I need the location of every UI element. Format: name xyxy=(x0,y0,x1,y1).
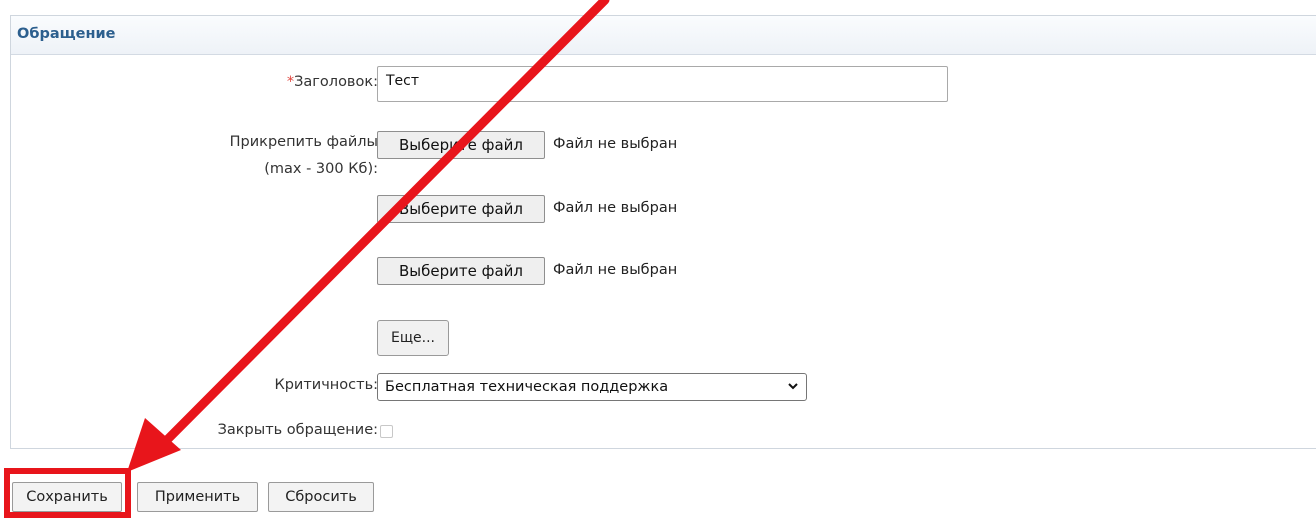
ticket-form-panel: Обращение *Заголовок: Тест Прикрепить фа… xyxy=(10,15,1316,449)
save-button[interactable]: Сохранить xyxy=(12,482,122,512)
close-ticket-label: Закрыть обращение: xyxy=(217,422,378,438)
reset-button[interactable]: Сбросить xyxy=(268,482,374,512)
criticality-value: Бесплатная техническая поддержка xyxy=(385,379,669,395)
attach-label-line2: (max - 300 Кб): xyxy=(264,161,378,177)
panel-title: Обращение xyxy=(11,16,1316,55)
title-input[interactable]: Тест xyxy=(377,66,948,102)
chevron-down-icon xyxy=(787,374,799,409)
choose-file-button-2[interactable]: Выберите файл xyxy=(377,195,545,223)
criticality-label: Критичность: xyxy=(274,377,378,393)
file-status-2: Файл не выбран xyxy=(553,200,678,216)
file-status-1: Файл не выбран xyxy=(553,136,678,152)
more-files-button[interactable]: Еще... xyxy=(377,320,449,356)
file-status-3: Файл не выбран xyxy=(553,262,678,278)
choose-file-button-1[interactable]: Выберите файл xyxy=(377,131,545,159)
choose-file-button-3[interactable]: Выберите файл xyxy=(377,257,545,285)
attach-label-line1: Прикрепить файлы xyxy=(229,134,378,150)
apply-button[interactable]: Применить xyxy=(137,482,258,512)
criticality-select[interactable]: Бесплатная техническая поддержка xyxy=(377,373,807,401)
close-ticket-checkbox[interactable] xyxy=(380,425,393,438)
title-label-text: Заголовок: xyxy=(294,74,378,90)
title-label: *Заголовок: xyxy=(287,74,378,90)
